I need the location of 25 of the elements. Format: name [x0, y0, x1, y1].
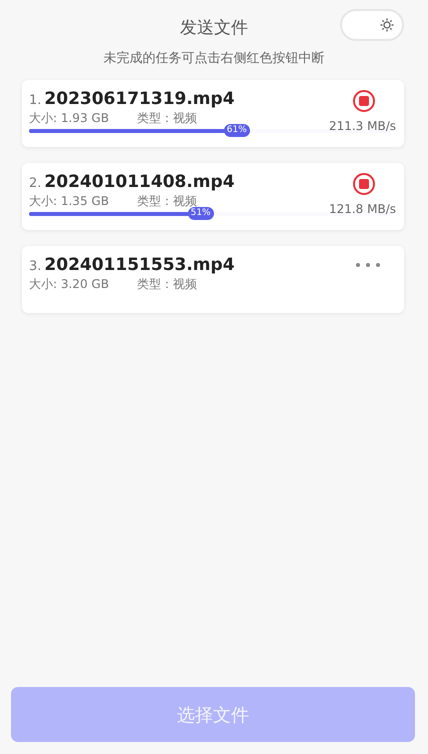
theme-toggle[interactable]: [340, 9, 404, 41]
file-name: 202306171319.mp4: [44, 89, 235, 109]
transfer-speed: 211.3 MB/s: [328, 119, 396, 133]
more-button[interactable]: [356, 263, 380, 267]
transfer-speed: 121.8 MB/s: [328, 202, 396, 216]
progress-percent: 51%: [188, 207, 214, 220]
file-type: 类型：视频: [136, 276, 197, 293]
file-size: 大小: 1.93 GB: [29, 110, 109, 127]
stop-icon: [359, 179, 369, 189]
file-name: 202401011408.mp4: [44, 172, 235, 192]
file-name: 202401151553.mp4: [44, 255, 235, 275]
file-type: 类型：视频: [136, 110, 197, 127]
file-size: 大小: 3.20 GB: [29, 276, 109, 293]
hint-text: 未完成的任务可点击右侧红色按钮中断: [104, 50, 324, 67]
file-index: 2.: [29, 176, 42, 191]
file-index: 1.: [29, 93, 42, 108]
file-size: 大小: 1.35 GB: [29, 193, 109, 210]
sun-icon: [380, 18, 394, 32]
stop-button[interactable]: [353, 173, 375, 195]
page-title: 发送文件: [180, 17, 248, 40]
file-index: 3.: [29, 259, 42, 274]
progress-percent: 61%: [224, 124, 250, 137]
stop-button[interactable]: [353, 90, 375, 112]
file-type: 类型：视频: [136, 193, 197, 208]
stop-icon: [359, 96, 369, 106]
